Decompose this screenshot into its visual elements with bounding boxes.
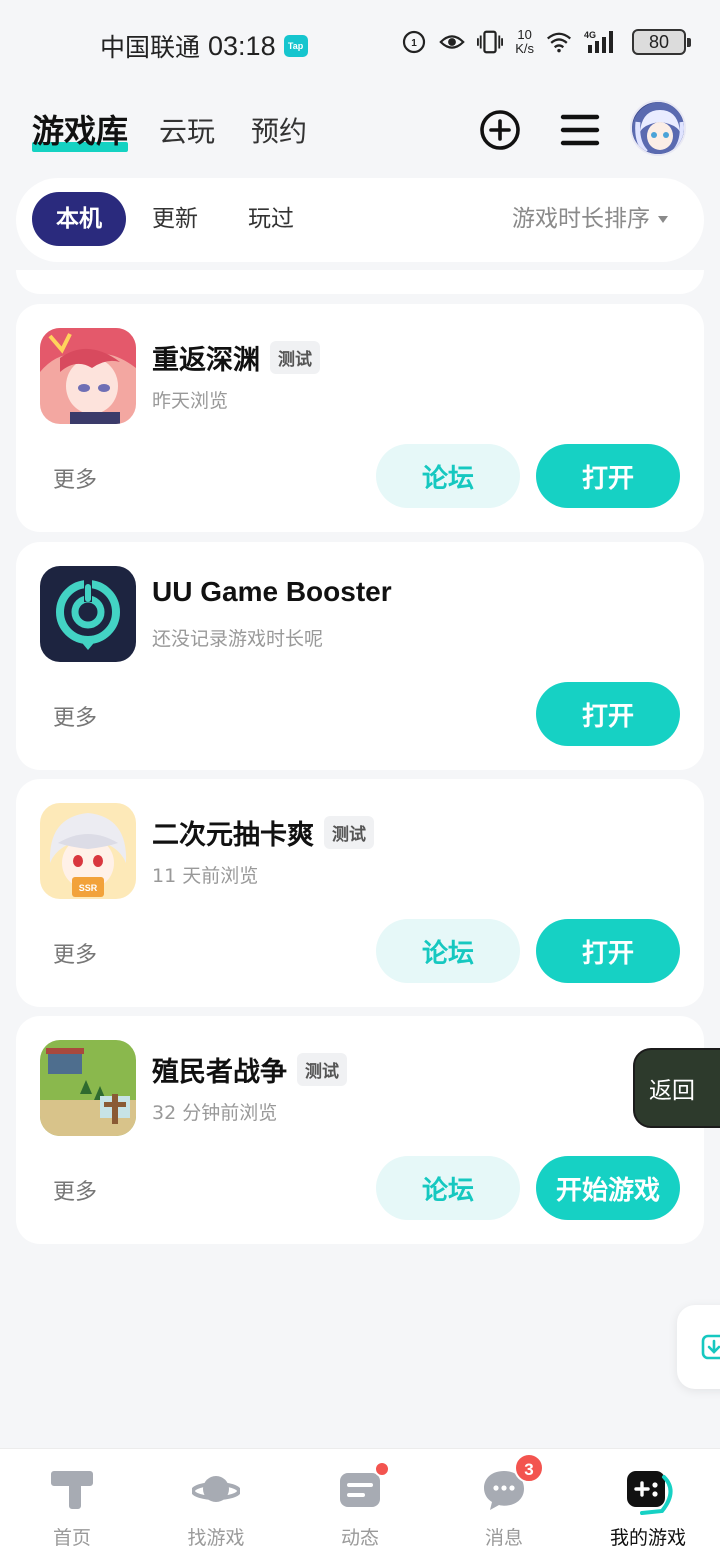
top-header: 游戏库 云玩 预约 <box>0 92 720 172</box>
back-to-game-float-button[interactable]: 返回 <box>633 1048 720 1128</box>
tab-game-library[interactable]: 游戏库 <box>32 106 129 152</box>
status-left: 中国联通 03:18 Tap <box>100 28 308 64</box>
planet-icon <box>191 1467 241 1513</box>
game-title[interactable]: 殖民者战争 <box>152 1050 287 1089</box>
previous-card-edge <box>16 270 704 294</box>
messages-unread-badge: 3 <box>514 1453 544 1483</box>
game-art-image <box>40 328 136 424</box>
game-subtitle: 昨天浏览 <box>152 390 229 412</box>
chat-icon: 3 <box>480 1453 544 1513</box>
bottom-nav: 首页 找游戏 动态 3 消息 我的游戏 <box>0 1448 720 1560</box>
game-icon-colonist-war[interactable] <box>40 1040 136 1136</box>
tab-game-library-label: 游戏库 <box>32 112 129 150</box>
forum-button[interactable]: 论坛 <box>376 1156 520 1220</box>
game-card: 殖民者战争 测试 32 分钟前浏览 更多 论坛 开始游戏 <box>16 1016 704 1244</box>
game-subtitle: 还没记录游戏时长呢 <box>152 628 324 650</box>
game-icon-reverse-abyss[interactable] <box>40 328 136 424</box>
game-art-image: SSR <box>40 803 136 899</box>
start-game-button[interactable]: 开始游戏 <box>536 1156 680 1220</box>
nav-discover[interactable]: 找游戏 <box>156 1467 276 1550</box>
dropdown-arrow-icon <box>658 215 668 223</box>
battery-indicator: 80 <box>632 29 691 55</box>
test-tag: 测试 <box>270 341 320 374</box>
svg-text:SSR: SSR <box>79 883 98 893</box>
avatar-image <box>632 102 684 154</box>
menu-button[interactable] <box>558 108 602 152</box>
sort-label: 游戏时长排序 <box>512 206 650 232</box>
more-button[interactable]: 更多 <box>53 700 97 732</box>
tab-cloud-play[interactable]: 云玩 <box>159 110 215 150</box>
taptap-notification-icon: Tap <box>283 35 308 57</box>
speed-unit: K/s <box>515 41 534 56</box>
filter-chip-played[interactable]: 玩过 <box>248 192 294 246</box>
more-button[interactable]: 更多 <box>53 937 97 969</box>
network-speed: 10 K/s <box>515 28 534 56</box>
game-title[interactable]: 二次元抽卡爽 <box>152 813 314 852</box>
add-game-button[interactable] <box>478 108 522 152</box>
sort-dropdown[interactable]: 游戏时长排序 <box>512 192 668 246</box>
feed-icon <box>336 1461 390 1513</box>
forum-button[interactable]: 论坛 <box>376 919 520 983</box>
filter-bar: 本机 更新 玩过 游戏时长排序 <box>16 178 704 262</box>
more-button[interactable]: 更多 <box>53 462 97 494</box>
forum-button[interactable]: 论坛 <box>376 444 520 508</box>
feed-unread-dot <box>374 1461 390 1477</box>
game-icon-uu-booster[interactable] <box>40 566 136 662</box>
download-icon <box>701 1334 720 1360</box>
game-card: 重返深渊 测试 昨天浏览 更多 论坛 打开 <box>16 304 704 532</box>
game-title-row: 殖民者战争 测试 <box>152 1050 347 1089</box>
nav-my-games-label: 我的游戏 <box>609 1527 686 1549</box>
avatar[interactable] <box>630 100 686 156</box>
svg-text:1: 1 <box>411 38 417 49</box>
gamepad-icon <box>624 1467 673 1515</box>
game-art-image <box>40 1040 136 1136</box>
nav-feed-label: 动态 <box>340 1527 379 1549</box>
open-button[interactable]: 打开 <box>536 919 680 983</box>
test-tag: 测试 <box>297 1053 347 1086</box>
vibrate-icon <box>477 29 504 55</box>
status-bar: 中国联通 03:18 Tap 1 10 K/s 4G 80 <box>0 0 720 92</box>
hd-call-icon: 1 <box>401 29 427 55</box>
nav-my-games[interactable]: 我的游戏 <box>588 1467 708 1550</box>
speed-value: 10 <box>517 27 532 42</box>
game-title[interactable]: 重返深渊 <box>152 338 260 377</box>
tab-reservations[interactable]: 预约 <box>251 110 307 150</box>
svg-text:4G: 4G <box>584 30 596 40</box>
game-card: UU Game Booster 还没记录游戏时长呢 更多 打开 <box>16 542 704 770</box>
eye-icon <box>439 29 465 55</box>
carrier-label: 中国联通 <box>100 33 201 62</box>
game-icon-gacha[interactable]: SSR <box>40 803 136 899</box>
download-manager-float-button[interactable] <box>677 1305 720 1389</box>
home-t-icon <box>48 1467 96 1513</box>
nav-home[interactable]: 首页 <box>12 1467 132 1550</box>
add-circle-icon <box>480 110 520 150</box>
nav-messages[interactable]: 3 消息 <box>444 1453 564 1550</box>
game-title-row: 二次元抽卡爽 测试 <box>152 813 374 852</box>
wifi-icon <box>546 29 572 55</box>
clock: 03:18 <box>208 30 276 61</box>
status-right: 1 10 K/s 4G 80 <box>401 28 691 56</box>
filter-chip-updates[interactable]: 更新 <box>152 192 198 246</box>
nav-discover-label: 找游戏 <box>187 1527 245 1549</box>
filter-chip-local[interactable]: 本机 <box>32 192 126 246</box>
uu-logo-icon <box>40 566 136 662</box>
game-subtitle: 32 分钟前浏览 <box>152 1102 278 1124</box>
nav-home-label: 首页 <box>52 1527 91 1549</box>
test-tag: 测试 <box>324 816 374 849</box>
open-button[interactable]: 打开 <box>536 682 680 746</box>
nav-feed[interactable]: 动态 <box>300 1461 420 1550</box>
menu-icon <box>560 114 600 146</box>
game-title-row: UU Game Booster <box>152 576 392 608</box>
nav-messages-label: 消息 <box>484 1527 523 1549</box>
game-subtitle: 11 天前浏览 <box>152 865 259 887</box>
game-card: SSR 二次元抽卡爽 测试 11 天前浏览 更多 论坛 打开 <box>16 779 704 1007</box>
game-title[interactable]: UU Game Booster <box>152 576 392 608</box>
open-button[interactable]: 打开 <box>536 444 680 508</box>
game-title-row: 重返深渊 测试 <box>152 338 320 377</box>
more-button[interactable]: 更多 <box>53 1174 97 1206</box>
cell-signal-icon: 4G <box>584 29 620 55</box>
